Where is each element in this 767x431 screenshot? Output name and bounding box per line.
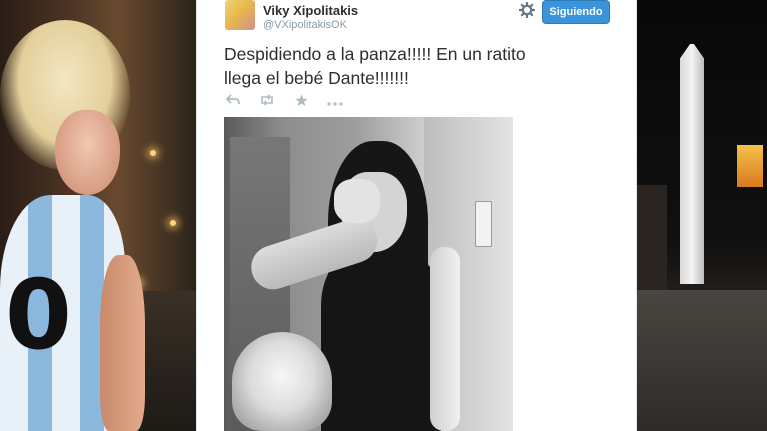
star-icon[interactable] [293,94,309,110]
more-icon[interactable] [327,94,343,110]
gear-icon[interactable] [518,1,536,19]
billboard [737,145,763,187]
jersey-number: 0 [5,259,72,371]
retweet-icon-graphic [261,94,273,106]
photo-woman-body [321,252,441,431]
left-background-photo: 0 [0,0,196,431]
building [637,185,667,290]
right-background-photo [637,0,767,431]
reply-icon[interactable] [225,94,241,110]
tweet-text: Despidiendo a la panza!!!!! En un ratito… [224,42,614,90]
tweet-card: Viky Xipolitakis @VXipolitakisOK Siguien… [196,0,637,431]
arm [100,255,145,431]
following-button[interactable]: Siguiendo [542,0,610,24]
more-icon-graphic [327,102,343,106]
display-name[interactable]: Viky Xipolitakis [263,3,358,18]
street-light [170,220,176,226]
face [55,110,120,195]
obelisk [680,44,704,284]
tweet-text-line: llega el bebé Dante!!!!!!! [224,68,409,88]
tweet-photo[interactable] [224,117,513,431]
tweet-text-line: Despidiendo a la panza!!!!! En un ratito [224,44,526,64]
username[interactable]: @VXipolitakisOK [263,19,347,31]
star-icon-graphic [294,94,308,106]
avatar[interactable] [225,0,255,30]
gear-icon-graphic [518,1,536,19]
avenue [637,290,767,431]
photo-dispenser [475,201,492,247]
photo-woman-arm [430,247,460,431]
photo-blonde-person [232,332,332,431]
retweet-icon[interactable] [259,94,275,110]
street-light [150,150,156,156]
photo-hand-over-eyes [334,179,380,223]
reply-icon-graphic [225,94,240,105]
